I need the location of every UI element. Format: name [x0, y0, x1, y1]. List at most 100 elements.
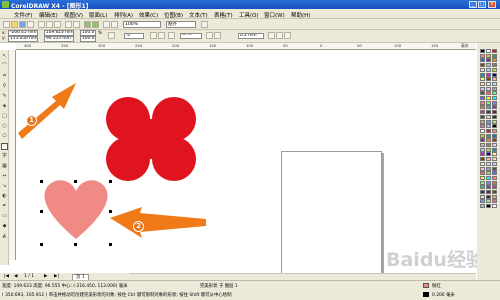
- palette-swatch[interactable]: [492, 100, 497, 105]
- selection-handle[interactable]: [109, 180, 112, 183]
- palette-swatch[interactable]: [492, 143, 497, 147]
- palette-swatch[interactable]: [486, 86, 491, 91]
- rotation-angle-field[interactable]: .0: [124, 33, 144, 39]
- horizontal-ruler[interactable]: 400 350 300 250 200 150 100 50 0 50 100 …: [16, 43, 476, 50]
- selection-handle[interactable]: [74, 243, 77, 246]
- palette-swatch[interactable]: [480, 81, 485, 86]
- palette-swatch[interactable]: [492, 157, 497, 162]
- menu-table[interactable]: 表格(T): [214, 11, 233, 19]
- palette-swatch[interactable]: [486, 67, 491, 72]
- paste-icon[interactable]: [54, 21, 61, 28]
- palette-swatch[interactable]: [480, 119, 485, 124]
- menu-layout[interactable]: 版面(L): [89, 11, 107, 19]
- start-arrow-icon[interactable]: [206, 32, 213, 39]
- basic-shapes-tool-icon[interactable]: ♡: [1, 143, 8, 150]
- palette-swatch[interactable]: [480, 166, 485, 171]
- palette-swatch[interactable]: [492, 110, 497, 115]
- palette-swatch[interactable]: [480, 49, 485, 53]
- menu-file[interactable]: 文件(F): [14, 11, 32, 19]
- palette-swatch[interactable]: [492, 105, 497, 110]
- palette-swatch[interactable]: [480, 147, 485, 152]
- app-launcher-icon[interactable]: [103, 21, 110, 28]
- palette-swatch[interactable]: [480, 180, 485, 185]
- palette-swatch[interactable]: [492, 96, 497, 100]
- palette-swatch[interactable]: [492, 190, 497, 194]
- palette-swatch[interactable]: [492, 166, 497, 171]
- palette-swatch[interactable]: [492, 199, 497, 204]
- palette-swatch[interactable]: [486, 138, 491, 143]
- height-field[interactable]: 96.555 mm: [44, 36, 74, 42]
- menu-effects[interactable]: 效果(C): [139, 11, 158, 19]
- polygon-tool-icon[interactable]: ⬠: [1, 133, 8, 140]
- palette-swatch[interactable]: [480, 72, 485, 77]
- open-icon[interactable]: [11, 21, 18, 28]
- maximize-button[interactable]: □: [478, 1, 486, 8]
- palette-swatch[interactable]: [492, 147, 497, 152]
- palette-swatch[interactable]: [480, 185, 485, 190]
- palette-swatch[interactable]: [492, 128, 497, 133]
- ellipse-tool-icon[interactable]: ○: [1, 123, 8, 130]
- palette-swatch[interactable]: [492, 204, 497, 209]
- end-arrow-icon[interactable]: [214, 32, 221, 39]
- eyedropper-tool-icon[interactable]: ✒: [1, 203, 8, 210]
- palette-swatch[interactable]: [492, 185, 497, 190]
- palette-swatch[interactable]: [486, 128, 491, 133]
- pick-tool-icon[interactable]: ↖: [1, 53, 8, 60]
- menu-text[interactable]: 文本(T): [189, 11, 208, 19]
- convert-to-curves-icon[interactable]: [284, 32, 291, 39]
- palette-swatch[interactable]: [492, 138, 497, 143]
- palette-swatch[interactable]: [486, 147, 491, 152]
- palette-swatch[interactable]: [486, 133, 491, 138]
- scale-height-field[interactable]: 100.0: [80, 36, 96, 42]
- drawing-canvas[interactable]: 1 2 Baidu经验: [16, 51, 485, 300]
- palette-swatch[interactable]: [486, 58, 491, 63]
- palette-swatch[interactable]: [480, 175, 485, 180]
- palette-swatch[interactable]: [480, 53, 485, 58]
- palette-swatch[interactable]: [492, 63, 497, 68]
- vertical-ruler[interactable]: [9, 50, 16, 260]
- palette-swatch[interactable]: [492, 49, 497, 53]
- palette-swatch[interactable]: [486, 114, 491, 119]
- zoom-tool-icon[interactable]: ⚲: [1, 83, 8, 90]
- cut-icon[interactable]: [38, 21, 45, 28]
- fill-color-swatch[interactable]: [423, 283, 429, 288]
- lock-ratio-icon[interactable]: [108, 32, 115, 39]
- palette-swatch[interactable]: [492, 124, 497, 129]
- line-style-field[interactable]: — —: [180, 33, 202, 39]
- palette-swatch[interactable]: [486, 166, 491, 171]
- palette-swatch[interactable]: [486, 199, 491, 204]
- text-tool-icon[interactable]: 字: [1, 153, 8, 160]
- palette-swatch[interactable]: [486, 49, 491, 53]
- palette-swatch[interactable]: [486, 204, 491, 209]
- palette-swatch[interactable]: [486, 119, 491, 124]
- blend-tool-icon[interactable]: ◐: [1, 193, 8, 200]
- wrap-text-icon[interactable]: [168, 32, 175, 39]
- selection-handle[interactable]: [40, 243, 43, 246]
- palette-swatch[interactable]: [486, 190, 491, 194]
- next-page-icon[interactable]: ▶: [44, 273, 47, 280]
- undo-icon[interactable]: [65, 21, 72, 28]
- palette-swatch[interactable]: [486, 180, 491, 185]
- palette-swatch[interactable]: [486, 72, 491, 77]
- palette-swatch[interactable]: [486, 194, 491, 199]
- palette-swatch[interactable]: [480, 96, 485, 100]
- heart-shape[interactable]: [44, 180, 108, 239]
- menu-tools[interactable]: 工具(O): [239, 11, 259, 19]
- interactive-fill-tool-icon[interactable]: ◭: [1, 233, 8, 240]
- palette-swatch[interactable]: [492, 119, 497, 124]
- outline-width-field[interactable]: 0.2 mm: [238, 33, 264, 39]
- freehand-tool-icon[interactable]: ✎: [1, 93, 8, 100]
- shape-tool-icon[interactable]: ⌒: [1, 63, 8, 70]
- options-icon[interactable]: [201, 21, 208, 28]
- palette-swatch[interactable]: [486, 91, 491, 96]
- palette-swatch[interactable]: [480, 91, 485, 96]
- zoom-level-combo[interactable]: 100%: [123, 21, 161, 28]
- palette-swatch[interactable]: [480, 157, 485, 162]
- print-icon[interactable]: [27, 21, 34, 28]
- palette-swatch[interactable]: [486, 81, 491, 86]
- smart-fill-tool-icon[interactable]: ◈: [1, 103, 8, 110]
- palette-swatch[interactable]: [486, 96, 491, 100]
- palette-swatch[interactable]: [492, 53, 497, 58]
- menu-help[interactable]: 帮助(H): [291, 11, 310, 19]
- palette-swatch[interactable]: [486, 53, 491, 58]
